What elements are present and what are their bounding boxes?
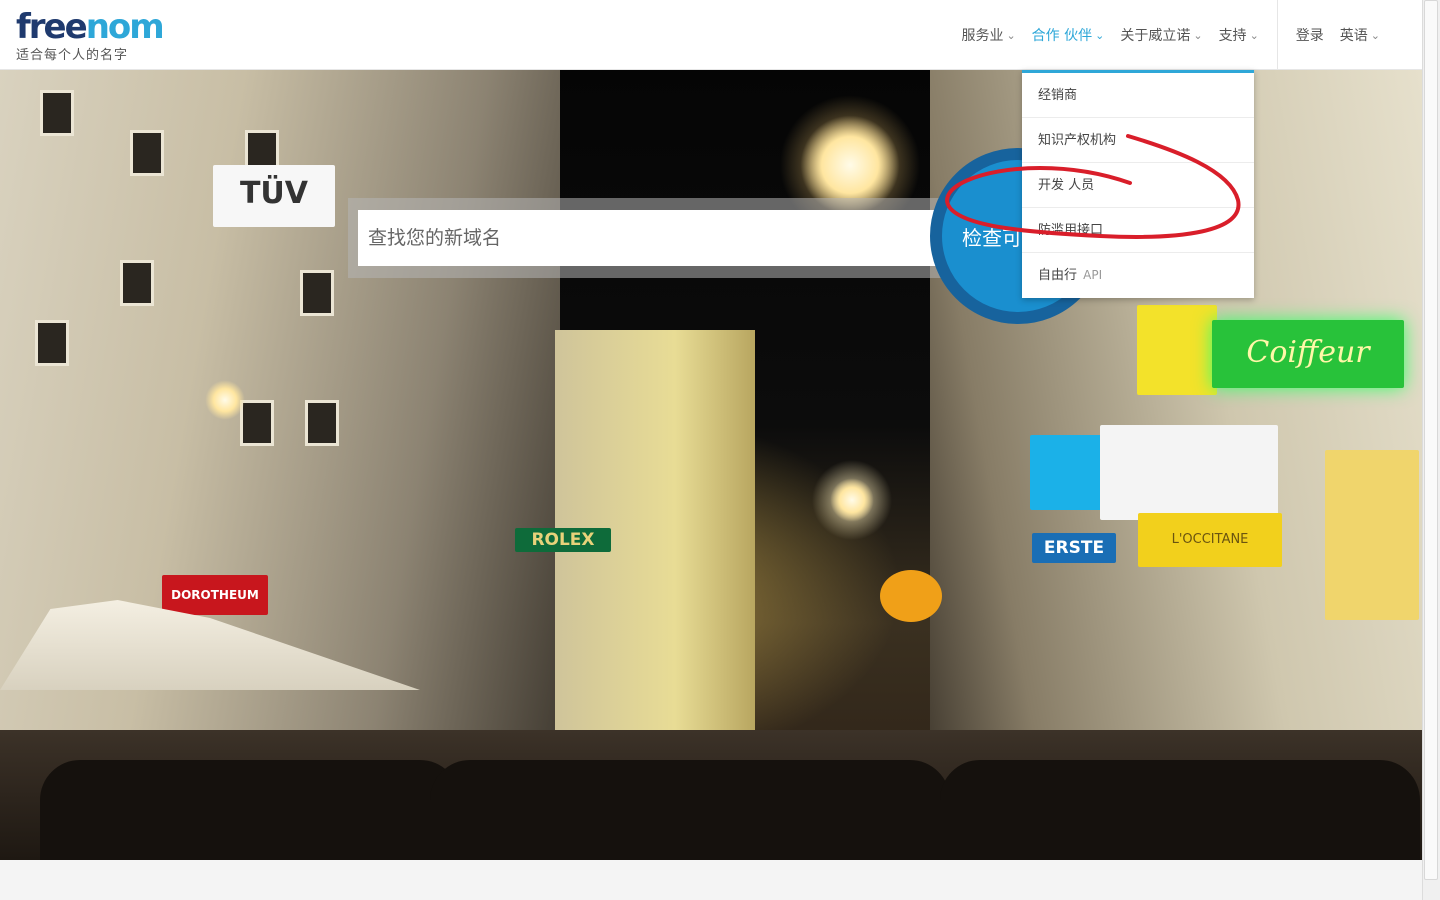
scrollbar-thumb[interactable] bbox=[1424, 0, 1438, 880]
building-window bbox=[35, 320, 69, 366]
building-window bbox=[130, 130, 164, 176]
chevron-down-icon: ⌄ bbox=[1095, 28, 1105, 42]
chevron-down-icon: ⌄ bbox=[1370, 28, 1380, 42]
login-label: 登录 bbox=[1295, 28, 1324, 44]
loccitane-sign: L'OCCITANE bbox=[1138, 513, 1282, 567]
menu-item-suffix: API bbox=[1083, 268, 1103, 282]
erste-sign: ERSTE bbox=[1032, 533, 1116, 563]
nav-item-label: 服务业 bbox=[961, 28, 1004, 44]
nav-item-label: 合作 伙伴 bbox=[1031, 28, 1093, 44]
building-window bbox=[240, 400, 274, 446]
chevron-down-icon: ⌄ bbox=[1006, 28, 1016, 42]
nav-item-support[interactable]: 支持 ⌄ bbox=[1211, 0, 1267, 70]
dorotheum-sign: DOROTHEUM bbox=[162, 575, 268, 615]
tuv-sign: TÜV bbox=[213, 165, 335, 227]
crowd bbox=[430, 760, 950, 860]
rolex-sign: ROLEX bbox=[515, 528, 611, 552]
crowd bbox=[940, 760, 1420, 860]
nav-item-partners[interactable]: 合作 伙伴 ⌄ bbox=[1024, 0, 1113, 70]
language-label: 英语 bbox=[1339, 28, 1368, 44]
nav-item-label: 关于威立诺 bbox=[1120, 28, 1191, 44]
partners-dropdown-menu: 经销商 知识产权机构 开发 人员 防滥用接口 自由行 API bbox=[1022, 70, 1254, 298]
nav-divider bbox=[1276, 0, 1278, 70]
chevron-down-icon: ⌄ bbox=[1249, 28, 1259, 42]
nav-item-about[interactable]: 关于威立诺 ⌄ bbox=[1112, 0, 1210, 70]
menu-item-label: 自由行 bbox=[1038, 268, 1078, 283]
burger-king-sign bbox=[880, 570, 942, 622]
building-window bbox=[300, 270, 334, 316]
site-header: freenom 适合每个人的名字 服务业 ⌄ 合作 伙伴 ⌄ 关于威立诺 ⌄ 支… bbox=[0, 0, 1422, 70]
crowd bbox=[40, 760, 460, 860]
shop-sign-right bbox=[1325, 450, 1419, 620]
coiffeur-sign: Coiffeur bbox=[1212, 320, 1404, 388]
nav-item-services[interactable]: 服务业 ⌄ bbox=[953, 0, 1023, 70]
nav-item-label: 支持 bbox=[1218, 28, 1247, 44]
blue-sign bbox=[1030, 435, 1102, 510]
menu-item-ip-agencies[interactable]: 知识产权机构 bbox=[1022, 118, 1254, 163]
menu-item-label: 知识产权机构 bbox=[1038, 133, 1117, 148]
menu-item-freedom-api[interactable]: 自由行 API bbox=[1022, 253, 1254, 298]
logo-word-free: free bbox=[16, 7, 88, 47]
chevron-down-icon: ⌄ bbox=[1193, 28, 1203, 42]
language-selector[interactable]: 英语 ⌄ bbox=[1332, 0, 1388, 70]
menu-item-developers[interactable]: 开发 人员 bbox=[1022, 163, 1254, 208]
logo-word-nom: nom bbox=[85, 7, 165, 47]
domain-search-input[interactable] bbox=[358, 210, 948, 266]
building-window bbox=[40, 90, 74, 136]
freenom-logo[interactable]: freenom 适合每个人的名字 bbox=[16, 7, 165, 63]
yellow-sign bbox=[1137, 305, 1217, 395]
white-sign bbox=[1100, 425, 1278, 520]
menu-item-label: 开发 人员 bbox=[1038, 178, 1095, 193]
menu-item-resellers[interactable]: 经销商 bbox=[1022, 73, 1254, 118]
building-window bbox=[120, 260, 154, 306]
page-below-hero bbox=[0, 860, 1422, 900]
street-lamp bbox=[830, 478, 874, 522]
main-nav: 服务业 ⌄ 合作 伙伴 ⌄ 关于威立诺 ⌄ 支持 ⌄ 登录 英语 ⌄ bbox=[953, 0, 1388, 70]
street-lamp bbox=[205, 380, 245, 420]
check-button-label: 检查可 bbox=[962, 225, 1022, 250]
login-link[interactable]: 登录 bbox=[1288, 0, 1332, 70]
menu-item-label: 经销商 bbox=[1038, 88, 1078, 103]
logo-wordmark: freenom bbox=[16, 7, 165, 47]
menu-item-abuse-api[interactable]: 防滥用接口 bbox=[1022, 208, 1254, 253]
menu-item-label: 防滥用接口 bbox=[1038, 223, 1104, 238]
building-window bbox=[305, 400, 339, 446]
